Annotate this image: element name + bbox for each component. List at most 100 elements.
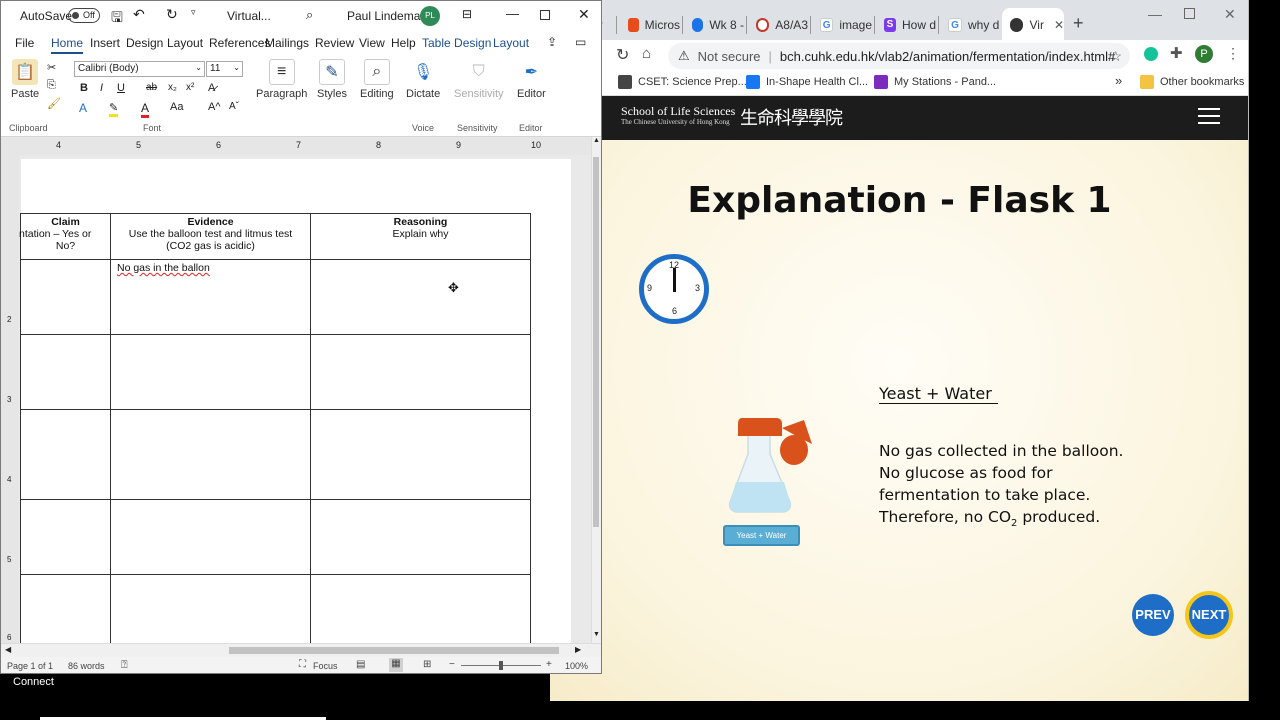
font-color-icon[interactable]: A <box>141 101 150 118</box>
zoom-out-icon[interactable]: − <box>449 659 455 670</box>
font-size-box[interactable]: 11 ⌄ <box>206 61 243 77</box>
connect-label[interactable]: Connect <box>13 676 54 688</box>
tab-references[interactable]: References <box>209 36 270 50</box>
proofing-icon[interactable]: ⍰ <box>121 659 128 672</box>
paragraph-button[interactable]: ≡ Paragraph <box>256 59 307 100</box>
close-tab-icon[interactable]: ✕ <box>1054 18 1064 32</box>
tab-mailings[interactable]: Mailings <box>265 36 309 50</box>
tab-design[interactable]: Design <box>126 36 163 50</box>
underline-icon[interactable]: U <box>117 82 125 94</box>
horizontal-ruler[interactable]: 4 5 6 7 8 9 10 <box>1 137 601 155</box>
user-name[interactable]: Paul Lindeman <box>347 9 427 23</box>
minimize-icon[interactable]: — <box>506 6 519 21</box>
superscript-icon[interactable]: x² <box>186 82 194 93</box>
grammarly-icon[interactable] <box>1144 47 1158 61</box>
strikethrough-icon[interactable]: ab <box>146 82 157 93</box>
vertical-scrollbar[interactable]: ▲ ▼ <box>591 137 601 643</box>
reload-icon[interactable]: ↻ <box>616 45 629 65</box>
autosave-toggle[interactable]: Off <box>68 8 100 23</box>
print-layout-icon[interactable]: ▦ <box>389 658 403 672</box>
scroll-thumb[interactable] <box>229 647 559 654</box>
bookmark-inshape[interactable]: In-Shape Health Cl... <box>746 75 868 89</box>
paste-button[interactable]: 📋 Paste <box>11 59 39 100</box>
read-mode-icon[interactable]: ▤ <box>356 659 365 670</box>
evidence-header-cell[interactable]: Evidence Use the balloon test and litmus… <box>110 213 311 260</box>
scroll-down-icon[interactable]: ▼ <box>593 631 600 638</box>
tab-2[interactable]: Wk 8 - <box>684 8 744 42</box>
new-tab-icon[interactable]: + <box>1073 13 1084 34</box>
tab-table-layout[interactable]: Layout <box>493 36 529 50</box>
claim-evidence-table[interactable]: Claim ntation – Yes or No? Evidence Use … <box>19 213 531 643</box>
table-cell[interactable] <box>110 499 311 575</box>
minimize-icon[interactable]: — <box>1148 6 1162 22</box>
highlight-icon[interactable]: ✎ <box>109 101 119 117</box>
other-bookmarks[interactable]: Other bookmarks <box>1140 75 1244 89</box>
cut-icon[interactable]: ✂ <box>47 61 56 74</box>
tab-view[interactable]: View <box>359 36 385 50</box>
extensions-icon[interactable]: ✚ <box>1170 44 1183 62</box>
scroll-right-icon[interactable]: ▶ <box>575 645 581 654</box>
undo-icon[interactable]: ↶ <box>133 6 145 23</box>
search-icon[interactable]: ⌕ <box>306 7 313 23</box>
document-title[interactable]: Virtual... <box>227 9 271 23</box>
sensitivity-button[interactable]: ⛉ Sensitivity <box>454 59 504 100</box>
format-painter-icon[interactable]: 🖌 <box>47 97 61 110</box>
more-bookmarks-chevron[interactable]: » <box>1115 73 1122 88</box>
redo-icon[interactable]: ↻ <box>166 6 178 23</box>
table-cell[interactable]: ✥ <box>310 259 531 335</box>
table-cell[interactable] <box>310 499 531 575</box>
grow-font-icon[interactable]: A^ <box>208 101 221 113</box>
hamburger-menu-icon[interactable] <box>1198 108 1220 124</box>
italic-icon[interactable]: I <box>100 82 103 94</box>
table-cell[interactable] <box>20 574 111 643</box>
table-cell[interactable] <box>20 499 111 575</box>
editor-button[interactable]: ✒ Editor <box>517 59 546 100</box>
scroll-up-icon[interactable]: ▲ <box>593 137 600 144</box>
tab-insert[interactable]: Insert <box>90 36 120 50</box>
table-cell[interactable] <box>110 409 311 500</box>
tab-file[interactable]: File <box>15 36 34 50</box>
tab-6[interactable]: Gwhy d <box>940 8 1000 42</box>
menu-dots-icon[interactable]: ⋮ <box>1226 45 1240 62</box>
tab-review[interactable]: Review <box>315 36 354 50</box>
copy-icon[interactable]: ⎘ <box>47 79 56 92</box>
bookmark-cset[interactable]: CSET: Science Prep... <box>618 75 747 89</box>
scroll-left-icon[interactable]: ◀ <box>5 645 11 654</box>
text-effects-icon[interactable]: A <box>79 101 87 115</box>
close-icon[interactable]: ✕ <box>1224 6 1236 23</box>
table-cell[interactable] <box>110 574 311 643</box>
styles-button[interactable]: ✎ Styles <box>317 59 347 100</box>
star-icon[interactable]: ☆ <box>1109 48 1122 65</box>
table-cell[interactable] <box>20 409 111 500</box>
ribbon-display-icon[interactable]: ⊟ <box>462 7 472 21</box>
tab-table-design[interactable]: Table Design <box>422 36 491 50</box>
table-cell[interactable] <box>20 334 111 410</box>
next-button[interactable]: NEXT <box>1185 591 1233 639</box>
tab-3[interactable]: A8/A3 <box>748 8 808 42</box>
customize-icon[interactable]: ▿ <box>191 7 196 18</box>
bold-icon[interactable]: B <box>80 82 88 94</box>
bookmark-pandora[interactable]: My Stations - Pand... <box>874 75 996 89</box>
maximize-icon[interactable] <box>1184 8 1195 19</box>
claim-header-cell[interactable]: Claim ntation – Yes or No? <box>19 213 111 260</box>
tab-5[interactable]: S How d <box>876 8 936 42</box>
tab-help[interactable]: Help <box>391 36 416 50</box>
font-name-box[interactable]: Calibri (Body) ⌄ <box>74 61 205 77</box>
web-layout-icon[interactable]: ⊞ <box>423 659 431 670</box>
table-cell[interactable] <box>110 334 311 410</box>
focus-label[interactable]: Focus <box>313 661 338 671</box>
focus-icon[interactable]: ⛶ <box>299 659 306 670</box>
maximize-icon[interactable] <box>540 10 550 20</box>
save-icon[interactable]: 🖫 <box>111 7 123 31</box>
tab-home[interactable]: Home <box>51 36 84 54</box>
reasoning-header-cell[interactable]: Reasoning Explain why <box>310 213 531 260</box>
user-avatar[interactable]: PL <box>420 6 440 26</box>
tab-4[interactable]: Gimage <box>812 8 872 42</box>
zoom-in-icon[interactable]: + <box>546 659 552 670</box>
address-bar[interactable]: ⚠ Not secure | bch.cuhk.edu.hk/vlab2/ani… <box>668 43 1130 69</box>
home-icon[interactable]: ⌂ <box>642 45 651 62</box>
zoom-level[interactable]: 100% <box>565 661 588 671</box>
tab-1[interactable]: Micros <box>620 8 680 42</box>
profile-avatar[interactable]: P <box>1195 45 1213 63</box>
shrink-font-icon[interactable]: Aˇ <box>229 101 239 112</box>
